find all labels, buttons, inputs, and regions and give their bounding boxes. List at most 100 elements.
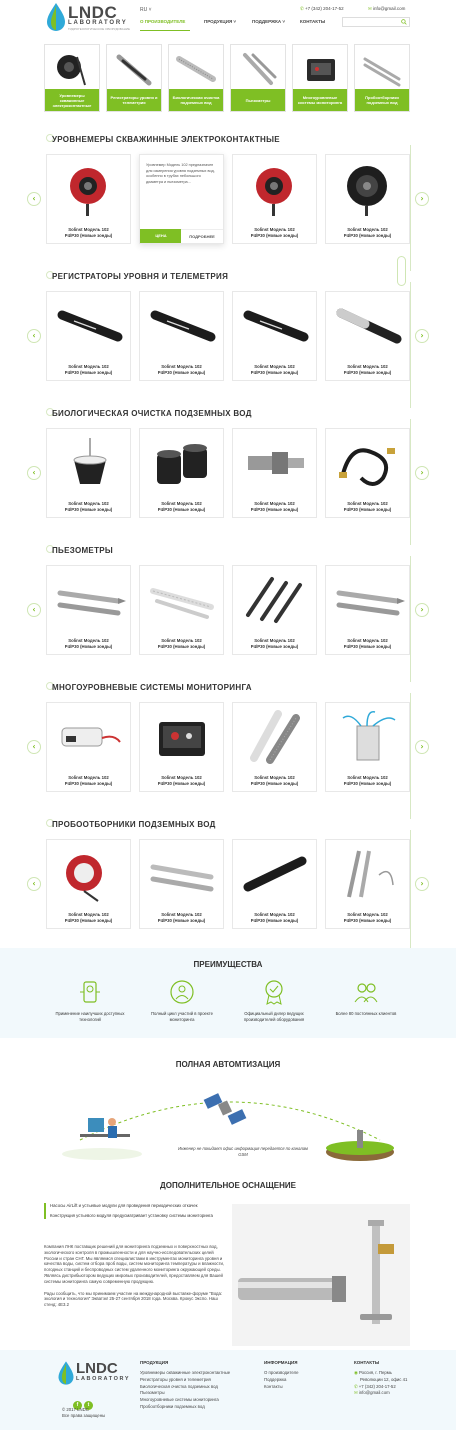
equipment-photo [232, 1204, 410, 1346]
product-card[interactable]: Solinst Модель 102 P4/P30 (Новые зонды) [46, 839, 131, 929]
product-card[interactable]: Solinst Модель 102 P4/P30 (Новые зонды) [46, 428, 131, 518]
header-email[interactable]: ✉ info@gmail.com [368, 6, 405, 12]
product-card[interactable]: Solinst Модель 102 P4/P30 (Новые зонды) [325, 291, 410, 381]
section-divider [410, 556, 411, 682]
product-card-hover[interactable]: Уровнемер Модель 102 предназначен для из… [139, 154, 224, 244]
carousel-next-button[interactable]: › [415, 740, 429, 754]
product-card[interactable]: Solinst Модель 102 P4/P30 (Новые зонды) [232, 839, 317, 929]
satellite-illustration [203, 1093, 247, 1125]
footer-link[interactable]: Контакты [264, 1384, 299, 1391]
product-card[interactable]: Solinst Модель 102 P4/P30 (Новые зонды) [46, 154, 131, 244]
logger-product-icon [243, 310, 309, 342]
footer-link[interactable]: О производителе [264, 1370, 299, 1377]
footer-logo[interactable]: LNDC LABORATORY [56, 1360, 128, 1390]
bailer-icon [150, 864, 214, 892]
product-card[interactable]: Solinst Модель 102 P4/P30 (Новые зонды) [232, 565, 317, 655]
nav-products[interactable]: ПРОДУКЦИЯ ˅ [204, 19, 236, 24]
team-cycle-icon [170, 980, 194, 1004]
footer-link[interactable]: Пьезометры [140, 1390, 230, 1397]
bio-filter-icon [73, 438, 107, 484]
section-divider [410, 145, 411, 271]
carousel-next-button[interactable]: › [415, 603, 429, 617]
product-name-line: P4/P30 (Новые зонды) [64, 506, 113, 512]
case-product-icon [159, 722, 205, 756]
logo[interactable]: LNDC LABORATORY ГИДРОГЕОЛОГИЧЕСКОЕ ОБОРУ… [44, 2, 136, 34]
category-tile[interactable]: Уровнемеры скважинные электроконтактные [44, 44, 100, 112]
price-button[interactable]: ЦЕНА [140, 229, 182, 243]
product-name: Solinst Модель 102 P4/P30 (Новые зонды) [233, 364, 316, 375]
language-select[interactable]: RU ˅ [140, 7, 152, 13]
product-card[interactable]: Solinst Модель 102 P4/P30 (Новые зонды) [139, 428, 224, 518]
category-tile[interactable]: Биологическая очистка подземных вод [168, 44, 224, 112]
sampler-icon [363, 57, 401, 87]
carousel-prev-button[interactable]: ‹ [27, 466, 41, 480]
nav-contacts[interactable]: КОНТАКТЫ [300, 19, 325, 24]
details-button[interactable]: ПОДРОБНЕЕ [181, 229, 223, 243]
product-name: Solinst Модель 102 P4/P30 (Новые зонды) [140, 364, 223, 375]
footer-products-head: ПРОДУКЦИЯ [140, 1360, 169, 1365]
footer-contacts-head: КОНТАКТЫ [354, 1360, 380, 1365]
search-icon[interactable] [401, 19, 407, 25]
footer-link[interactable]: Многоуровневые системы мониторинга [140, 1397, 230, 1404]
footer-email[interactable]: ✉ info@gmail.com [354, 1390, 407, 1397]
product-card[interactable]: Solinst Модель 102 P4/P30 (Новые зонды) [232, 154, 317, 244]
category-label: Многоуровневые системы мониторинга [293, 89, 347, 111]
product-name: Solinst Модель 102 P4/P30 (Новые зонды) [326, 638, 409, 649]
product-card[interactable]: Solinst Модель 102 P4/P30 (Новые зонды) [325, 565, 410, 655]
carousel-next-button[interactable]: › [415, 877, 429, 891]
copyright: © 2017 LNDC Все права защищены [62, 1407, 105, 1419]
category-tile[interactable]: Многоуровневые системы мониторинга [292, 44, 348, 112]
carousel-prev-button[interactable]: ‹ [27, 740, 41, 754]
footer-link[interactable]: Уровнемеры скважинные электроконтактные [140, 1370, 230, 1377]
product-card[interactable]: Solinst Модель 102 P4/P30 (Новые зонды) [46, 291, 131, 381]
carousel-prev-button[interactable]: ‹ [27, 603, 41, 617]
category-tile[interactable]: Пьезометры [230, 44, 286, 112]
well-illustration [326, 1130, 394, 1161]
equipment-note-1: Насосы AirLift и устьевые модули для про… [50, 1203, 198, 1208]
product-card[interactable]: Solinst Модель 102 P4/P30 (Новые зонды) [139, 702, 224, 792]
carousel-next-button[interactable]: › [415, 329, 429, 343]
reel-icon [57, 55, 86, 86]
carousel-prev-button[interactable]: ‹ [27, 192, 41, 206]
product-card[interactable]: Solinst Модель 102 P4/P30 (Новые зонды) [232, 428, 317, 518]
product-card[interactable]: Solinst Модель 102 P4/P30 (Новые зонды) [325, 428, 410, 518]
nav-about[interactable]: О ПРОИЗВОДИТЕЛЕ [140, 19, 185, 24]
product-card[interactable]: Solinst Модель 102 P4/P30 (Новые зонды) [46, 565, 131, 655]
header-phone[interactable]: ✆ +7 (342) 204-17-52 [300, 6, 344, 12]
footer-link[interactable]: Поддержка [264, 1377, 299, 1384]
footer-phone[interactable]: ✆ +7 (342) 204-17-52 [354, 1384, 407, 1391]
category-label: Пьезометры [231, 89, 285, 111]
product-name: Solinst Модель 102 P4/P30 (Новые зонды) [233, 775, 316, 786]
advantage-text: Полный цикл участий в проекте мониторинг… [151, 1011, 213, 1022]
footer-link[interactable]: Пробоотборники подземных вод [140, 1404, 230, 1411]
product-card[interactable]: Solinst Модель 102 P4/P30 (Новые зонды) [139, 565, 224, 655]
section-title: ПРОБООТБОРНИКИ ПОДЗЕМНЫХ ВОД [52, 820, 216, 829]
product-card[interactable]: Solinst Модель 102 P4/P30 (Новые зонды) [325, 154, 410, 244]
carousel-prev-button[interactable]: ‹ [27, 329, 41, 343]
footer-link[interactable]: Биологическая очистка подземных вод [140, 1384, 230, 1391]
automation-caption: Инженер не покидает офис информация пере… [178, 1146, 308, 1157]
product-card[interactable]: Solinst Модель 102 P4/P30 (Новые зонды) [46, 702, 131, 792]
product-name: Solinst Модель 102 P4/P30 (Новые зонды) [140, 501, 223, 512]
product-card[interactable]: Solinst Модель 102 P4/P30 (Новые зонды) [325, 839, 410, 929]
logo-subtitle: LABORATORY [68, 20, 128, 26]
footer-link[interactable]: Регистраторы уровня и телеметрия [140, 1377, 230, 1384]
category-tile[interactable]: Пробоотборники подземных вод [354, 44, 410, 112]
product-card[interactable]: Solinst Модель 102 P4/P30 (Новые зонды) [139, 291, 224, 381]
page: LNDC LABORATORY ГИДРОГЕОЛОГИЧЕСКОЕ ОБОРУ… [0, 0, 456, 1430]
product-name: Solinst Модель 102 P4/P30 (Новые зонды) [233, 227, 316, 238]
advantage-text: Применение наилучших доступных технологи… [55, 1011, 125, 1022]
product-card[interactable]: Solinst Модель 102 P4/P30 (Новые зонды) [139, 839, 224, 929]
product-name: Solinst Модель 102 P4/P30 (Новые зонды) [233, 501, 316, 512]
product-card[interactable]: Solinst Модель 102 P4/P30 (Новые зонды) [325, 702, 410, 792]
carousel-next-button[interactable]: › [415, 466, 429, 480]
nav-support[interactable]: ПОДДЕРЖКА ˅ [252, 19, 285, 24]
carousel-next-button[interactable]: › [415, 192, 429, 206]
category-tile[interactable]: Регистраторы уровня и телеметрия [106, 44, 162, 112]
product-card[interactable]: Solinst Модель 102 P4/P30 (Новые зонды) [232, 702, 317, 792]
carousel-prev-button[interactable]: ‹ [27, 877, 41, 891]
product-name: Solinst Модель 102 P4/P30 (Новые зонды) [140, 638, 223, 649]
search-input[interactable] [342, 17, 410, 27]
product-name: Solinst Модель 102 P4/P30 (Новые зонды) [233, 912, 316, 923]
product-card[interactable]: Solinst Модель 102 P4/P30 (Новые зонды) [232, 291, 317, 381]
